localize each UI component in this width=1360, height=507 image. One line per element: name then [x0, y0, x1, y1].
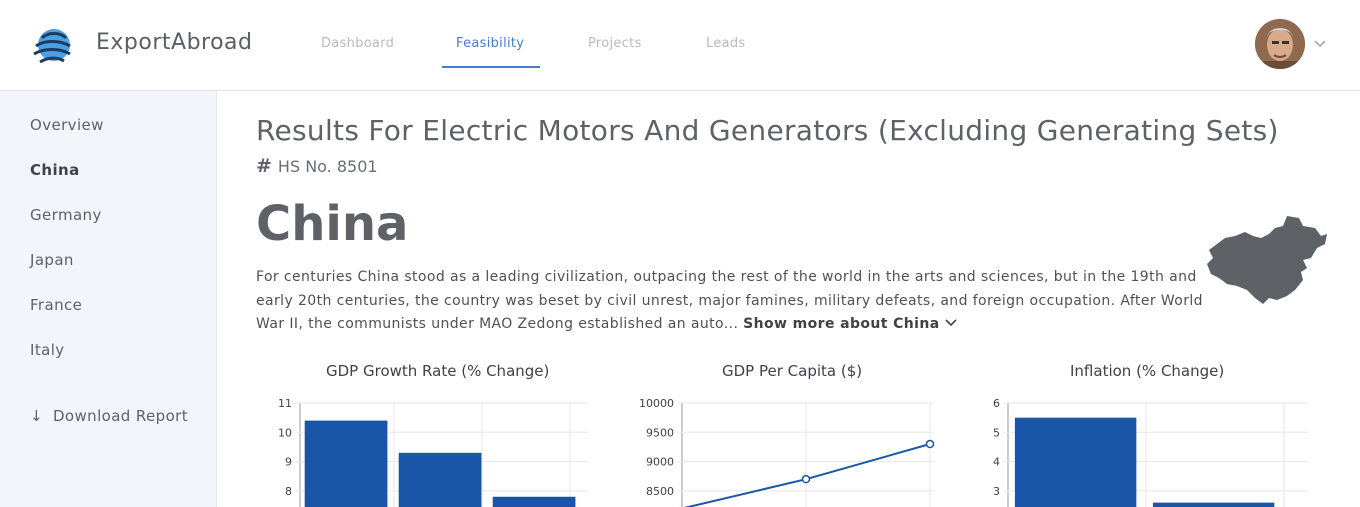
chart-title-inflation: Inflation (% Change) — [1070, 362, 1225, 380]
data-point[interactable] — [801, 474, 811, 484]
description-text: For centuries China stood as a leading c… — [256, 269, 1203, 332]
download-report-label: Download Report — [52, 407, 189, 425]
download-report-button[interactable]: ↓ Download Report — [30, 407, 188, 425]
y-tick-label: 4 — [993, 456, 1000, 469]
hs-number-label: HS No. 8501 — [277, 157, 378, 176]
tab-projects[interactable]: Projects — [588, 36, 642, 51]
sidebar-item-france[interactable]: France — [30, 296, 82, 314]
tab-feasibility[interactable]: Feasibility — [456, 36, 524, 51]
y-tick-label: 10000 — [639, 397, 674, 410]
sidebar-item-overview[interactable]: Overview — [30, 116, 104, 134]
brand-name[interactable]: ExportAbroad — [96, 30, 253, 55]
y-tick-label: 11 — [278, 397, 292, 410]
user-avatar[interactable] — [1255, 19, 1305, 69]
hash-icon: # — [256, 155, 272, 177]
tab-dashboard[interactable]: Dashboard — [321, 36, 394, 51]
y-tick-label: 10 — [278, 426, 292, 439]
chart-title-gdp-per-capita: GDP Per Capita ($) — [722, 362, 863, 380]
y-tick-label: 9 — [285, 456, 292, 469]
top-navbar: ExportAbroad Dashboard Feasibility Proje… — [0, 0, 1360, 91]
y-tick-label: 3 — [993, 485, 1000, 498]
y-tick-label: 6 — [993, 397, 1000, 410]
y-tick-label: 8 — [285, 485, 292, 498]
show-more-label: Show more about China — [743, 316, 940, 332]
globe-logo-icon[interactable] — [30, 24, 74, 66]
sidebar-item-italy[interactable]: Italy — [30, 341, 65, 359]
sidebar-item-japan[interactable]: Japan — [30, 251, 74, 269]
active-tab-indicator — [442, 66, 540, 68]
y-tick-label: 9000 — [646, 456, 674, 469]
chart-title-gdp-growth: GDP Growth Rate (% Change) — [326, 362, 550, 380]
y-tick-label: 5 — [993, 426, 1000, 439]
gdp-growth-chart: 11 10 9 8 — [278, 397, 588, 507]
gdp-per-capita-chart: 10000 9500 9000 8500 — [639, 397, 935, 507]
data-point[interactable] — [925, 439, 935, 449]
hs-number: # HS No. 8501 — [256, 155, 378, 177]
bar[interactable] — [492, 496, 576, 507]
show-more-link[interactable]: Show more about China — [743, 316, 957, 332]
bar[interactable] — [1152, 502, 1275, 507]
sidebar: Overview China Germany Japan France Ital… — [0, 91, 217, 507]
bar[interactable] — [304, 420, 388, 507]
country-heading: China — [256, 196, 409, 252]
tab-leads[interactable]: Leads — [706, 36, 746, 51]
chevron-down-icon[interactable] — [1312, 36, 1328, 52]
sidebar-item-germany[interactable]: Germany — [30, 206, 102, 224]
chevron-down-icon — [945, 319, 957, 327]
y-tick-label: 8500 — [646, 485, 674, 498]
sidebar-item-china[interactable]: China — [30, 161, 80, 179]
bar[interactable] — [398, 452, 482, 507]
bar[interactable] — [1014, 417, 1137, 507]
country-description: For centuries China stood as a leading c… — [256, 266, 1206, 337]
inflation-chart: 6 5 4 3 — [993, 397, 1308, 507]
y-tick-label: 9500 — [646, 426, 674, 439]
arrow-down-icon: ↓ — [30, 407, 43, 425]
page-title: Results For Electric Motors And Generato… — [256, 114, 1279, 147]
china-map-icon — [1207, 216, 1327, 304]
